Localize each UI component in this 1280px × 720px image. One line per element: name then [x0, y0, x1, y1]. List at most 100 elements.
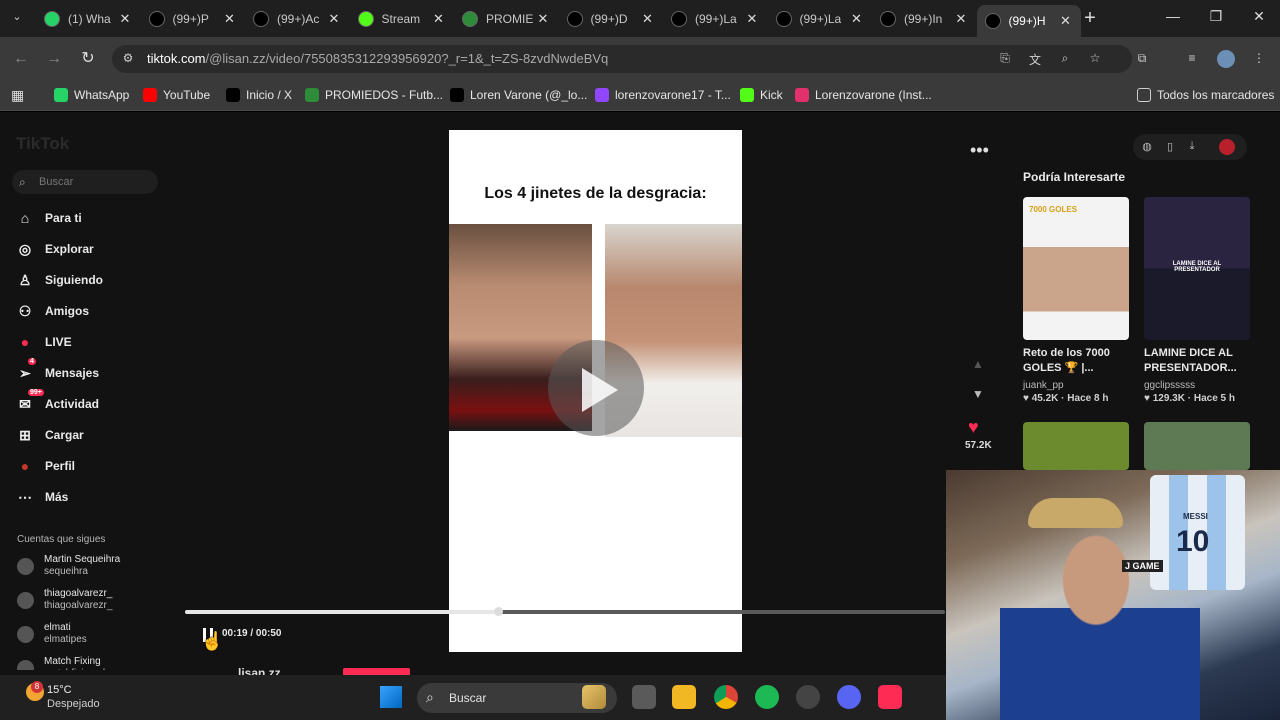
browser-tab[interactable]: (99+)Ac ✕	[245, 5, 349, 33]
close-tab-icon[interactable]: ✕	[118, 11, 132, 27]
task-view-icon[interactable]	[632, 685, 656, 709]
sidebar-item-amigos[interactable]: ⚇ Amigos	[16, 300, 89, 322]
card-title[interactable]: LAMINE DICE AL PRESENTADOR...	[1144, 346, 1254, 376]
install-app-icon[interactable]: ⎘	[997, 51, 1013, 67]
sidebar-item-más[interactable]: ⋯ Más	[16, 486, 68, 508]
close-tab-icon[interactable]: ✕	[641, 11, 655, 27]
widgets-app-icon[interactable]	[582, 685, 606, 709]
browser-tab[interactable]: Stream ✕	[350, 5, 454, 33]
card-thumbnail[interactable]	[1144, 422, 1250, 470]
upload-icon: ⊞	[19, 426, 31, 443]
file-explorer-icon[interactable]	[672, 685, 696, 709]
sidebar-item-mensajes[interactable]: ➢ 4 Mensajes	[16, 358, 99, 384]
tiktok-app-icon[interactable]	[878, 685, 902, 709]
windows-start-icon[interactable]	[380, 686, 402, 708]
forward-icon[interactable]: →	[44, 49, 64, 69]
url-text[interactable]: tiktok.com/@lisan.zz/video/7550835312293…	[147, 51, 608, 66]
card-title[interactable]: Reto de los 7000 GOLES 🏆 |...	[1023, 346, 1133, 376]
next-video-icon[interactable]: ▼	[972, 387, 984, 401]
discord-icon[interactable]	[837, 685, 861, 709]
menu-kebab-icon[interactable]: ⋮	[1251, 51, 1267, 67]
browser-tab[interactable]: (99+)La ✕	[768, 5, 872, 33]
sidebar-item-para-ti[interactable]: ⌂ Para ti	[16, 207, 82, 229]
restore-icon[interactable]: ❐	[1206, 8, 1226, 28]
close-tab-icon[interactable]: ✕	[954, 11, 968, 27]
whatsapp-icon	[44, 11, 60, 27]
download-icon[interactable]: ⤓	[1185, 140, 1199, 154]
back-icon[interactable]: ←	[11, 49, 31, 69]
sidebar-item-live[interactable]: ● LIVE	[16, 331, 72, 353]
user-avatar[interactable]	[1219, 139, 1235, 155]
nav-label: LIVE	[45, 335, 72, 349]
close-tab-icon[interactable]: ✕	[1059, 13, 1073, 29]
video-progress-knob[interactable]	[493, 607, 503, 616]
device-icon[interactable]: ▯	[1163, 140, 1177, 154]
tab-search-dropdown-icon[interactable]: ⌄	[8, 10, 26, 28]
bookmark-item[interactable]: Lorenzovarone (Inst...	[795, 86, 932, 104]
translate-icon[interactable]: 文	[1027, 51, 1043, 67]
browser-tab[interactable]: PROMIE ✕	[454, 5, 558, 33]
bookmark-item[interactable]: lorenzovarone17 - T...	[595, 86, 731, 104]
sidebar-item-siguiendo[interactable]: ♙ Siguiendo	[16, 269, 103, 291]
close-tab-icon[interactable]: ✕	[745, 11, 759, 27]
search-input[interactable]	[12, 170, 158, 194]
weather-temperature[interactable]: 15°C	[47, 684, 72, 696]
all-bookmarks-folder[interactable]: Todos los marcadores	[1137, 86, 1274, 104]
card-user[interactable]: juank_pp	[1023, 380, 1064, 391]
bookmark-item[interactable]: Loren Varone (@_lo...	[450, 86, 587, 104]
account-name: elmati	[44, 622, 71, 633]
like-heart-icon[interactable]: ♥	[968, 417, 979, 438]
browser-tab[interactable]: (99+)H ✕	[976, 5, 1081, 37]
close-tab-icon[interactable]: ✕	[327, 11, 341, 27]
bookmark-item[interactable]: YouTube	[143, 86, 210, 104]
account-username: sequeihra	[44, 566, 88, 577]
browser-tab[interactable]: (99+)La ✕	[663, 5, 767, 33]
close-tab-icon[interactable]: ✕	[850, 11, 864, 27]
youtube-icon	[143, 88, 157, 102]
browser-tab[interactable]: (99+)In ✕	[872, 5, 976, 33]
close-window-icon[interactable]: ✕	[1249, 8, 1269, 28]
tiktok-logo[interactable]: TikTok	[16, 134, 69, 154]
chrome-icon[interactable]	[714, 685, 738, 709]
followed-account[interactable]: Martin Sequeihra sequeihra	[17, 554, 120, 578]
minimize-icon[interactable]: —	[1163, 8, 1183, 28]
profile-avatar[interactable]	[1217, 50, 1235, 68]
bookmark-item[interactable]: PROMIEDOS - Futb...	[305, 86, 443, 104]
bookmark-item[interactable]: WhatsApp	[54, 86, 129, 104]
reload-icon[interactable]: ↻	[78, 49, 98, 69]
obs-icon[interactable]	[796, 685, 820, 709]
speed-icon[interactable]: ◍	[1140, 140, 1154, 154]
close-tab-icon[interactable]: ✕	[432, 11, 446, 27]
site-info-icon[interactable]: ⚙	[120, 51, 136, 67]
bookmark-label: YouTube	[163, 88, 211, 102]
sidebar-item-actividad[interactable]: ✉ 99+ Actividad	[16, 389, 99, 415]
bookmark-item[interactable]: Kick	[740, 86, 783, 104]
browser-tab[interactable]: (99+)D ✕	[559, 5, 663, 33]
followed-account[interactable]: thiagoalvarezr_ thiagoalvarezr_	[17, 588, 112, 612]
zoom-icon[interactable]: ⌕	[1057, 51, 1073, 67]
spotify-icon[interactable]	[755, 685, 779, 709]
followed-account[interactable]: elmati elmatipes	[17, 622, 87, 646]
previous-video-icon[interactable]: ▲	[972, 357, 984, 371]
close-tab-icon[interactable]: ✕	[223, 11, 237, 27]
weather-description[interactable]: Despejado	[47, 698, 100, 710]
card-thumbnail[interactable]: 7000 GOLES	[1023, 197, 1129, 340]
promiedos-icon	[305, 88, 319, 102]
new-tab-button[interactable]: +	[1080, 8, 1100, 28]
more-options-icon[interactable]: •••	[970, 140, 989, 161]
tab-label: (1) Wha	[68, 12, 111, 26]
browser-tab[interactable]: (99+)P ✕	[141, 5, 245, 33]
sidebar-item-perfil[interactable]: ● Perfil	[16, 455, 75, 477]
apps-grid-icon[interactable]: ▦	[11, 86, 24, 104]
card-thumbnail[interactable]: LAMINE DICE AL PRESENTADOR	[1144, 197, 1250, 340]
bookmark-item[interactable]: Inicio / X	[226, 86, 292, 104]
media-icon[interactable]: ≡	[1184, 51, 1200, 67]
sidebar-item-explorar[interactable]: ◎ Explorar	[16, 238, 94, 260]
sidebar-item-cargar[interactable]: ⊞ Cargar	[16, 424, 84, 446]
extensions-icon[interactable]: ⧉	[1134, 51, 1150, 67]
bookmark-star-icon[interactable]: ☆	[1087, 51, 1103, 67]
close-tab-icon[interactable]: ✕	[536, 11, 550, 27]
card-thumbnail[interactable]	[1023, 422, 1129, 470]
card-user[interactable]: ggclipsssss	[1144, 380, 1195, 391]
browser-tab[interactable]: (1) Wha ✕	[36, 5, 140, 33]
